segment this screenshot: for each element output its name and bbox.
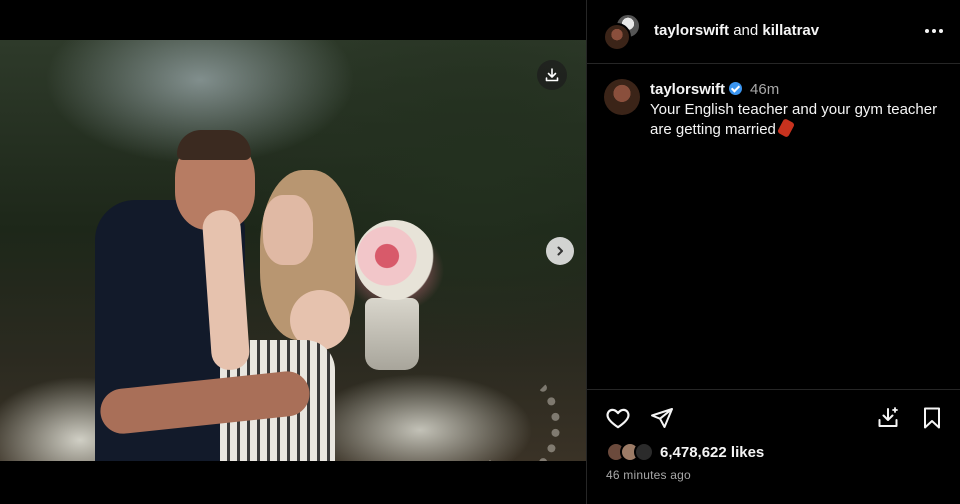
- save-download-icon: [878, 407, 898, 427]
- avatar: [634, 442, 654, 462]
- verified-badge-icon: [729, 82, 743, 95]
- authors-joiner: and: [733, 22, 759, 39]
- actions-divider: [587, 389, 960, 390]
- avatar: [603, 23, 631, 51]
- caption-time[interactable]: 46m: [750, 81, 779, 98]
- post-timestamp[interactable]: 46 minutes ago: [606, 468, 691, 482]
- likes-row[interactable]: 6,478,622 likes: [606, 440, 764, 464]
- collab-avatars[interactable]: [603, 13, 643, 53]
- share-button[interactable]: [647, 403, 677, 433]
- send-icon: [651, 408, 673, 428]
- avatar[interactable]: [604, 79, 640, 115]
- author-link[interactable]: killatrav: [762, 22, 819, 39]
- couple-figures: [95, 130, 365, 461]
- caption-username[interactable]: taylorswift: [650, 81, 725, 98]
- download-icon: [545, 68, 559, 82]
- post-side-panel: taylorswift and killatrav taylorswift 46m…: [587, 0, 960, 504]
- likes-count[interactable]: 6,478,622 likes: [660, 444, 764, 461]
- post-photo[interactable]: [0, 40, 586, 461]
- post-header: taylorswift and killatrav: [587, 0, 960, 64]
- bookmark-icon: [924, 407, 940, 429]
- author-link[interactable]: taylorswift: [654, 22, 729, 39]
- flower-bouquet: [355, 220, 435, 300]
- heart-icon: [606, 408, 630, 429]
- post-authors: taylorswift and killatrav: [654, 22, 819, 39]
- like-button[interactable]: [603, 403, 633, 433]
- more-options-button[interactable]: [919, 21, 949, 41]
- caption-text: Your English teacher and your gym teache…: [650, 101, 938, 138]
- download-button[interactable]: [537, 60, 567, 90]
- save-to-device-button[interactable]: [873, 403, 903, 433]
- more-icon: [925, 29, 929, 33]
- bookmark-button[interactable]: [917, 403, 947, 433]
- post-media: [0, 0, 586, 504]
- stone-path: [470, 370, 560, 461]
- flower-urn: [365, 298, 419, 370]
- firecracker-emoji-icon: [776, 118, 795, 138]
- chevron-right-icon: [557, 246, 563, 256]
- post-caption: taylorswift 46m Your English teacher and …: [650, 80, 950, 140]
- next-photo-button[interactable]: [546, 237, 574, 265]
